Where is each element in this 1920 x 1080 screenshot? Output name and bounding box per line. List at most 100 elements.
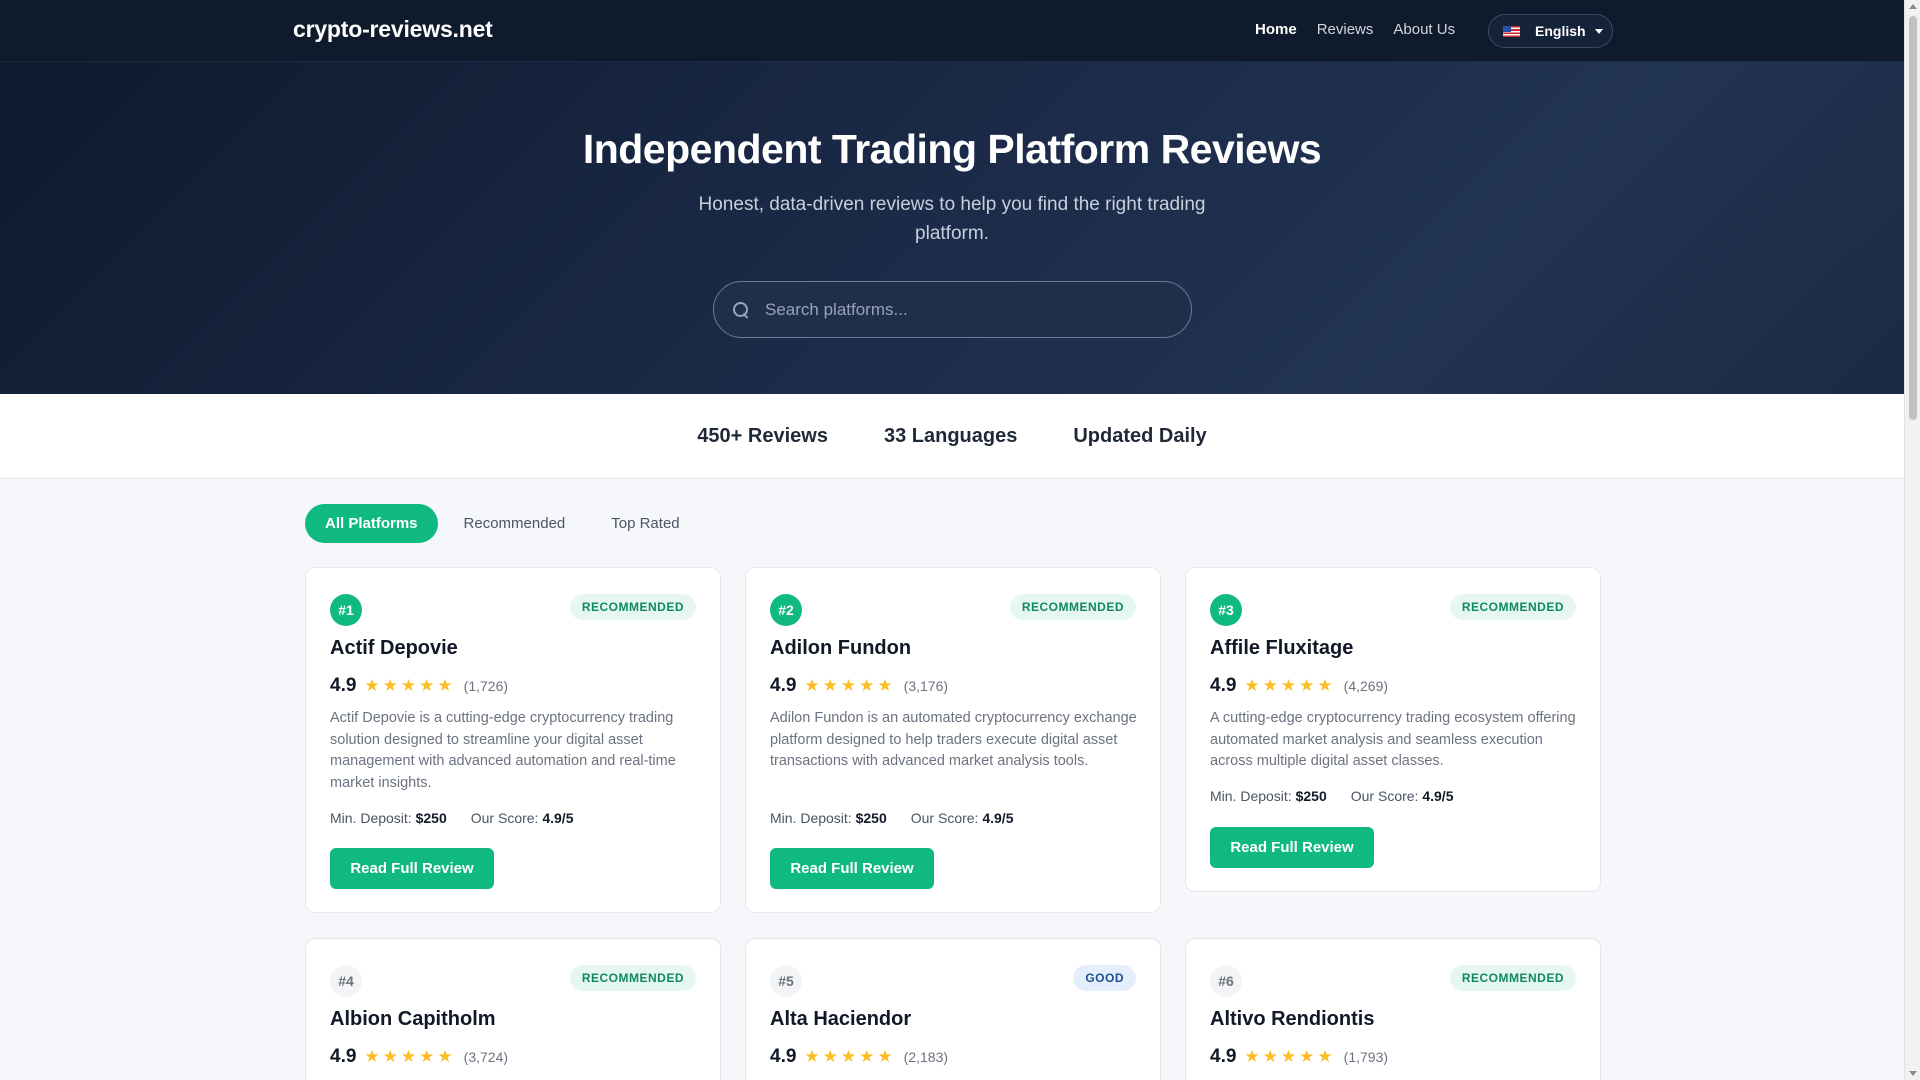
star-icon: ★ (1317, 1046, 1333, 1067)
star-icon: ★ (804, 1046, 820, 1067)
review-count: (3,176) (903, 678, 949, 694)
star-icon: ★ (1317, 675, 1333, 696)
rating-row: 4.9 ★ ★ ★ ★ ★ (4,269) (1210, 675, 1388, 697)
star-icon: ★ (1244, 675, 1260, 696)
read-full-review-button[interactable]: Read Full Review (330, 848, 494, 889)
rating-row: 4.9 ★ ★ ★ ★ ★ (3,176) (770, 675, 948, 697)
read-full-review-button[interactable]: Read Full Review (1210, 827, 1374, 868)
star-icon: ★ (840, 675, 857, 696)
hero-subtitle: Honest, data-driven reviews to help you … (698, 194, 1206, 244)
platform-card: #1 RECOMMENDED Actif Depovie 4.9 ★ ★ ★ ★ ★ (… (305, 567, 721, 913)
scrollbar-thumb[interactable] (1909, 16, 1917, 420)
star-icon: ★ (1299, 675, 1315, 696)
rank-badge: #2 (770, 594, 802, 626)
rating-value: 4.9 (770, 675, 797, 696)
status-badge: RECOMMENDED (1449, 965, 1576, 991)
min-deposit: Min. Deposit: $250 (330, 810, 447, 826)
rating-row: 4.9 ★ ★ ★ ★ ★ (1,726) (330, 675, 508, 697)
min-deposit: Min. Deposit: $250 (1210, 788, 1327, 804)
review-count: (3,724) (463, 1049, 509, 1065)
top-nav: crypto-reviews.net Home Reviews About Us… (0, 0, 1904, 62)
rating-value: 4.9 (330, 1046, 357, 1067)
page-scrollbar[interactable] (1904, 0, 1920, 1080)
platform-description: A cutting-edge cryptocurrency trading ec… (1210, 710, 1576, 769)
rating-value: 4.9 (1210, 675, 1237, 696)
platform-name[interactable]: Actif Depovie (330, 637, 458, 660)
scroll-up-arrow-icon[interactable] (1909, 4, 1917, 9)
filter-all-platforms[interactable]: All Platforms (305, 504, 438, 543)
platform-description: Actif Depovie is a cutting-edge cryptocu… (330, 710, 676, 791)
rating-value: 4.9 (1210, 1046, 1237, 1067)
stats-bar: 450+ Reviews 33 Languages Updated Daily (0, 394, 1904, 479)
rating-value: 4.9 (330, 675, 357, 696)
language-label: English (1535, 23, 1586, 39)
our-score: Our Score: 4.9/5 (470, 810, 574, 826)
star-rating: ★ ★ ★ ★ ★ (804, 675, 895, 696)
site-logo[interactable]: crypto-reviews.net (293, 16, 493, 43)
platform-meta: Min. Deposit: $250 Our Score: 4.9/5 (1210, 788, 1453, 804)
star-icon: ★ (822, 1046, 838, 1067)
star-icon: ★ (382, 1046, 398, 1067)
star-icon: ★ (419, 675, 435, 696)
star-icon: ★ (437, 1046, 453, 1067)
star-icon: ★ (877, 1046, 893, 1067)
star-icon: ★ (400, 675, 417, 696)
our-score: Our Score: 4.9/5 (1350, 788, 1454, 804)
star-icon: ★ (840, 1046, 857, 1067)
nav-link-about-us[interactable]: About Us (1393, 21, 1455, 38)
review-count: (4,269) (1343, 678, 1389, 694)
rank-badge: #4 (330, 965, 362, 997)
star-icon: ★ (364, 1046, 380, 1067)
star-icon: ★ (364, 675, 380, 696)
read-full-review-button[interactable]: Read Full Review (770, 848, 934, 889)
search-bar[interactable] (713, 281, 1192, 338)
min-deposit: Min. Deposit: $250 (770, 810, 887, 826)
stat-updated: Updated Daily (1073, 424, 1207, 447)
star-icon: ★ (1244, 1046, 1260, 1067)
platform-card: #5 GOOD Alta Haciendor 4.9 ★ ★ ★ ★ ★ (2,183) (745, 938, 1161, 1080)
rating-value: 4.9 (770, 1046, 797, 1067)
filter-recommended[interactable]: Recommended (444, 504, 586, 543)
star-icon: ★ (804, 675, 820, 696)
status-badge: GOOD (1073, 965, 1136, 991)
star-rating: ★ ★ ★ ★ ★ (804, 1046, 895, 1067)
status-badge: RECOMMENDED (569, 965, 696, 991)
review-count: (2,183) (903, 1049, 949, 1065)
platform-name[interactable]: Albion Capitholm (330, 1008, 496, 1031)
chevron-down-icon (1594, 28, 1603, 34)
nav-link-reviews[interactable]: Reviews (1317, 21, 1374, 38)
review-count: (1,726) (463, 678, 509, 694)
star-icon: ★ (419, 1046, 435, 1067)
search-icon (732, 301, 750, 319)
star-icon: ★ (1262, 675, 1278, 696)
star-rating: ★ ★ ★ ★ ★ (364, 675, 455, 696)
platform-description: Adilon Fundon is an automated cryptocurr… (770, 710, 1137, 769)
star-rating: ★ ★ ★ ★ ★ (364, 1046, 455, 1067)
platform-name[interactable]: Adilon Fundon (770, 637, 911, 660)
language-selector[interactable]: English (1488, 14, 1613, 48)
star-icon: ★ (400, 1046, 417, 1067)
nav-links: Home Reviews About Us (1255, 21, 1475, 38)
platform-meta: Min. Deposit: $250 Our Score: 4.9/5 (330, 810, 573, 826)
filter-top-rated[interactable]: Top Rated (591, 504, 699, 543)
status-badge: RECOMMENDED (569, 594, 696, 620)
star-icon: ★ (382, 675, 398, 696)
platform-card: #3 RECOMMENDED Affile Fluxitage 4.9 ★ ★ ★ ★… (1185, 567, 1601, 892)
star-icon: ★ (1299, 1046, 1315, 1067)
search-input[interactable] (765, 299, 1191, 320)
filter-tabs: All Platforms Recommended Top Rated (305, 504, 706, 543)
star-icon: ★ (1280, 1046, 1297, 1067)
scroll-down-arrow-icon[interactable] (1909, 1071, 1917, 1076)
platform-card: #2 RECOMMENDED Adilon Fundon 4.9 ★ ★ ★ ★ ★ (… (745, 567, 1161, 913)
star-icon: ★ (877, 675, 893, 696)
platform-name[interactable]: Alta Haciendor (770, 1008, 911, 1031)
star-icon: ★ (437, 675, 453, 696)
platform-card: #6 RECOMMENDED Altivo Rendiontis 4.9 ★ ★ ★… (1185, 938, 1601, 1080)
platform-name[interactable]: Altivo Rendiontis (1210, 1008, 1374, 1031)
star-icon: ★ (1262, 1046, 1278, 1067)
rating-row: 4.9 ★ ★ ★ ★ ★ (2,183) (770, 1046, 948, 1068)
nav-link-home[interactable]: Home (1255, 21, 1297, 38)
rank-badge: #3 (1210, 594, 1242, 626)
platform-name[interactable]: Affile Fluxitage (1210, 637, 1353, 660)
platform-meta: Min. Deposit: $250 Our Score: 4.9/5 (770, 810, 1013, 826)
